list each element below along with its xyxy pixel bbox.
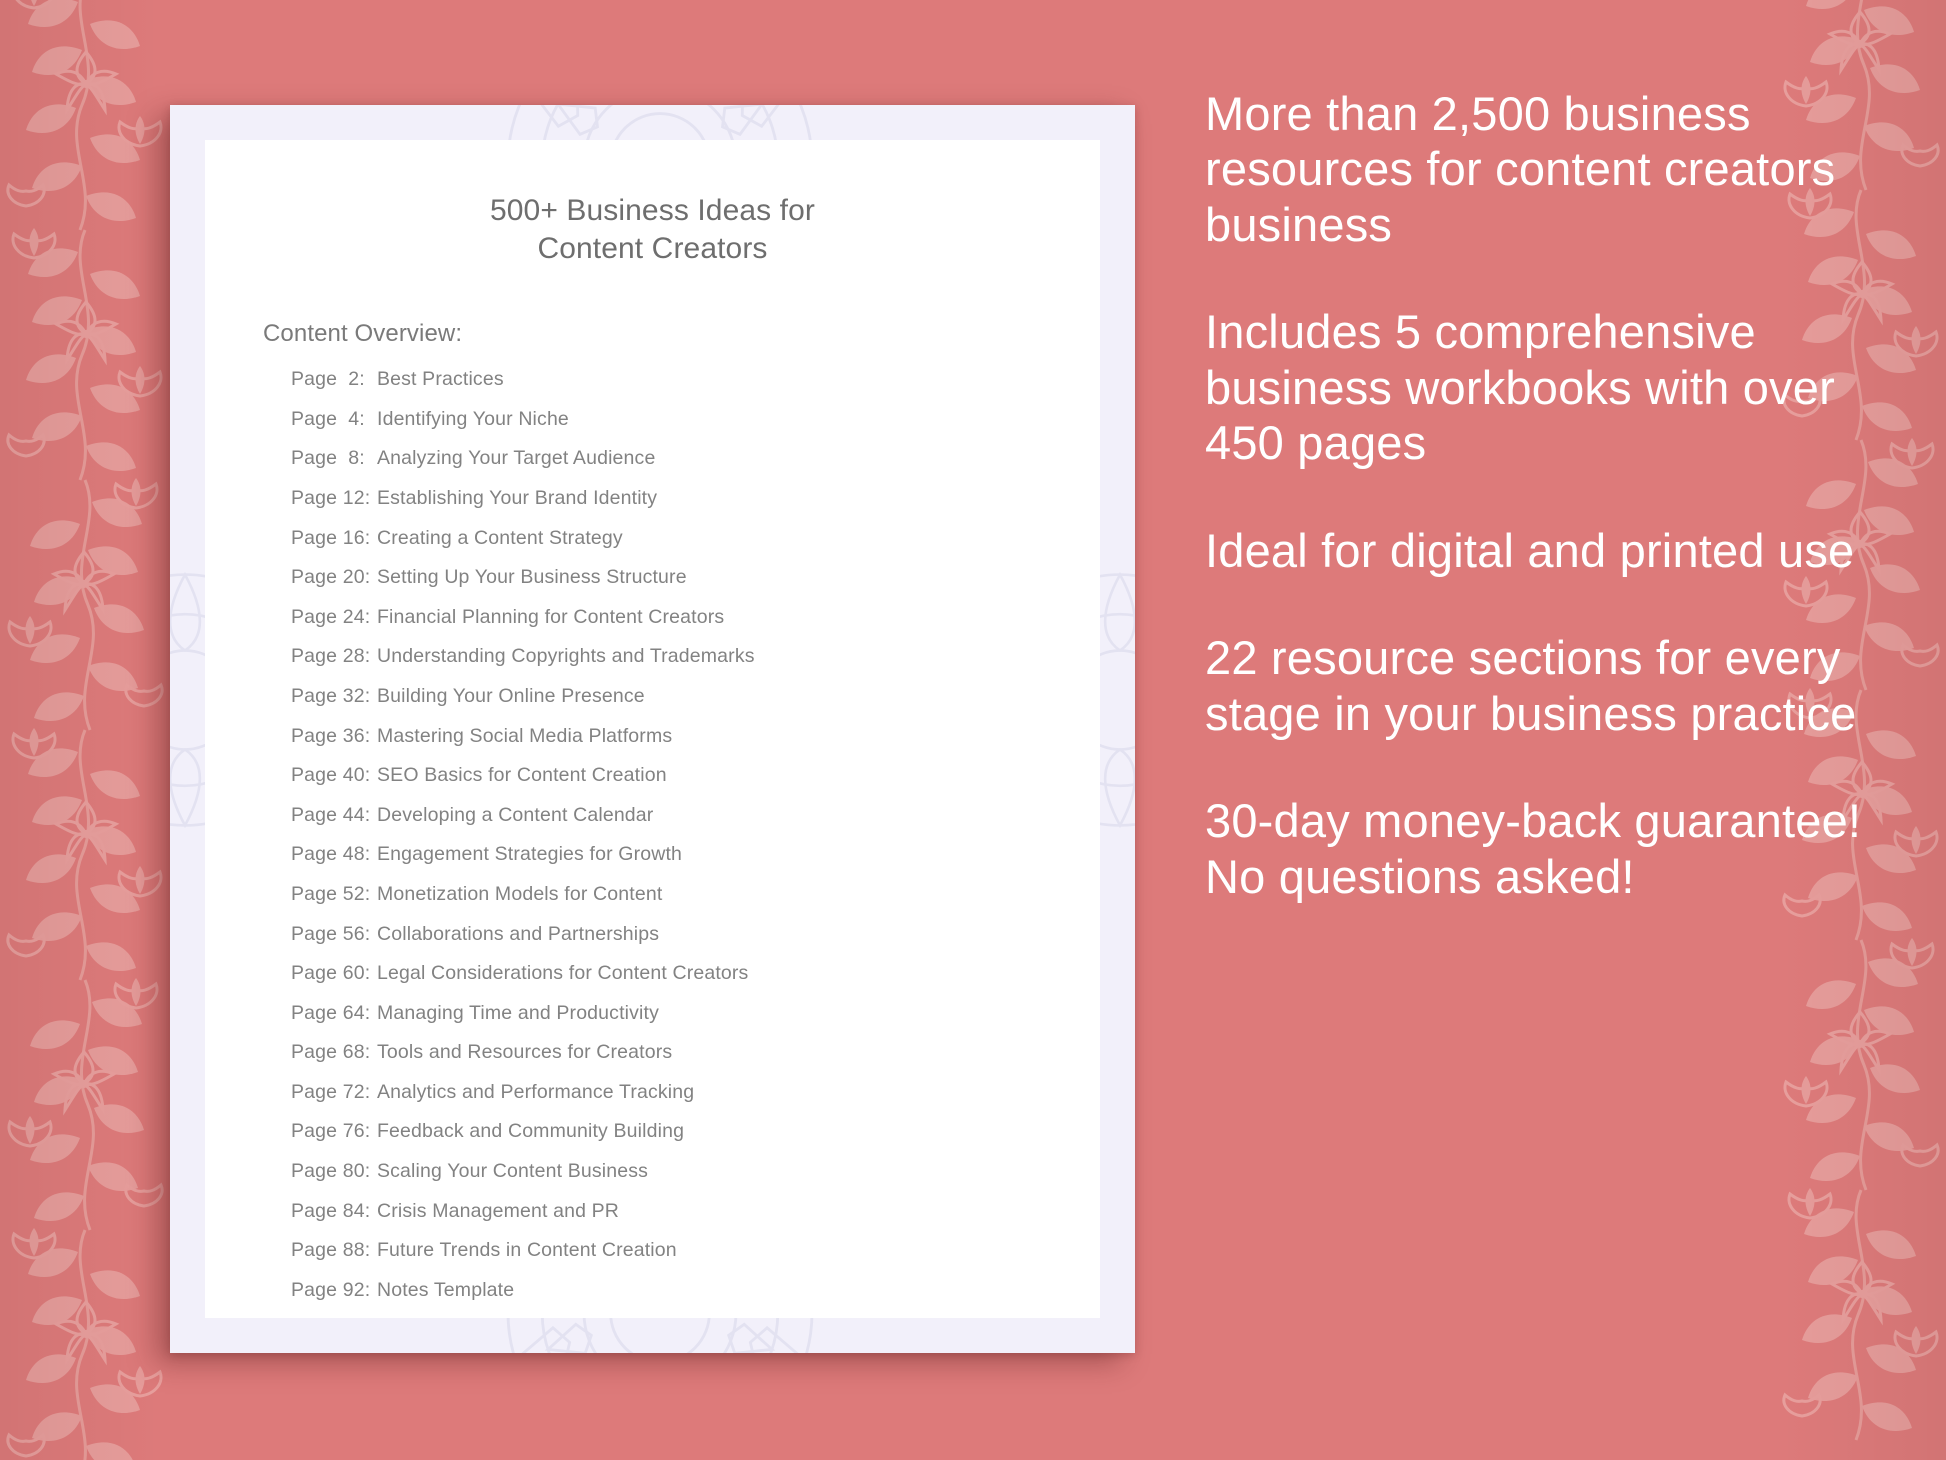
document-card[interactable]: 500+ Business Ideas for Content Creators… xyxy=(170,105,1135,1353)
promo-block: 22 resource sections for every stage in … xyxy=(1205,631,1857,740)
toc-item[interactable]: Page 8: Analyzing Your Target Audience xyxy=(291,449,1100,469)
promo-block: More than 2,500 business resources for c… xyxy=(1205,87,1836,251)
toc-item-title: Developing a Content Calendar xyxy=(377,803,654,826)
toc-item-title: Legal Considerations for Content Creator… xyxy=(377,962,749,985)
toc-item-page: Page 16: xyxy=(291,526,371,549)
toc-item-title: Setting Up Your Business Structure xyxy=(377,566,687,589)
toc-item[interactable]: Page 28: Understanding Copyrights and Tra… xyxy=(291,647,1100,667)
toc-item-page: Page 24: xyxy=(291,605,371,628)
toc-item-title: Monetization Models for Content xyxy=(377,882,663,905)
promo-block: 30-day money-back guarantee! No question… xyxy=(1205,794,1862,903)
toc-item-page: Page 88: xyxy=(291,1239,371,1262)
toc-item-page: Page 20: xyxy=(291,566,371,589)
toc-item-title: Crisis Management and PR xyxy=(377,1199,620,1222)
toc-item[interactable]: Page 24: Financial Planning for Content C… xyxy=(291,605,1100,628)
toc-item-title: Engagement Strategies for Growth xyxy=(377,843,683,866)
page-title: 500+ Business Ideas for Content Creators xyxy=(489,194,815,266)
toc-item-title: SEO Basics for Content Creation xyxy=(377,764,667,787)
content-overview-label: Content Overview: xyxy=(263,320,463,348)
toc-item-page: Page 44: xyxy=(291,803,371,826)
toc-item-title: Analyzing Your Target Audience xyxy=(377,447,656,470)
toc-item-page: Page 80: xyxy=(291,1160,371,1183)
floral-vine-border-left xyxy=(6,0,164,1460)
toc-item-page: Page 40: xyxy=(291,764,371,787)
toc-item[interactable]: Page 36: Mastering Social Media Platforms xyxy=(291,724,1100,747)
toc-item-title: Analytics and Performance Tracking xyxy=(377,1080,695,1103)
toc-item-title: Best Practices xyxy=(377,368,504,391)
toc-item-title: Future Trends in Content Creation xyxy=(377,1239,677,1262)
toc-item-page: Page 4: xyxy=(291,407,365,430)
toc-item[interactable]: Page 4: Identifying Your Niche xyxy=(291,407,1100,430)
toc-item[interactable]: Page 48: Engagement Strategies for Growth xyxy=(291,845,1100,865)
toc-item-page: Page 56: xyxy=(291,922,371,945)
toc-item-title: Establishing Your Brand Identity xyxy=(377,486,658,509)
toc-item-title: Building Your Online Presence xyxy=(377,684,645,707)
toc-item-page: Page 36: xyxy=(291,724,371,747)
toc-item-page: Page 48: xyxy=(291,843,371,866)
toc-item[interactable]: Page 16: Creating a Content Strategy xyxy=(291,526,1100,549)
toc-item[interactable]: Page 56: Collaborations and Partnerships xyxy=(291,922,1100,945)
toc-item[interactable]: Page 32: Building Your Online Presence xyxy=(291,684,1100,707)
toc-item-page: Page 68: xyxy=(291,1041,371,1064)
toc-item-page: Page 12: xyxy=(291,486,371,509)
toc-item-page: Page 84: xyxy=(291,1199,371,1222)
toc-item-title: Tools and Resources for Creators xyxy=(377,1041,673,1064)
toc-item-title: Financial Planning for Content Creators xyxy=(377,605,725,628)
toc-item[interactable]: Page 92: Notes Template xyxy=(291,1278,1100,1301)
toc-item-page: Page 60: xyxy=(291,962,371,985)
toc-item[interactable]: Page 52: Monetization Models for Content xyxy=(291,882,1100,905)
toc-item-page: Page 28: xyxy=(291,645,371,668)
toc-item[interactable]: Page 84: Crisis Management and PR xyxy=(291,1199,1100,1222)
slide-canvas: 500+ Business Ideas for Content Creators… xyxy=(0,0,1946,1460)
toc-item-title: Mastering Social Media Platforms xyxy=(377,724,673,747)
toc-item-page: Page 76: xyxy=(291,1120,371,1143)
table-of-contents: Page 2: Best Practices Page 4: Identifying … xyxy=(205,348,1100,1300)
toc-item-page: Page 8: xyxy=(291,447,365,470)
toc-item[interactable]: Page 2: Best Practices xyxy=(291,368,1100,391)
toc-item[interactable]: Page 60: Legal Considerations for Content… xyxy=(291,962,1100,985)
promo-column: More than 2,500 business resources for c… xyxy=(1205,86,1865,904)
toc-item[interactable]: Page 12: Establishing Your Brand Identity xyxy=(291,486,1100,509)
promo-block: Ideal for digital and printed use xyxy=(1205,523,1855,577)
toc-item-title: Scaling Your Content Business xyxy=(377,1160,649,1183)
toc-item-title: Identifying Your Niche xyxy=(377,407,569,430)
toc-item[interactable]: Page 68: Tools and Resources for Creators xyxy=(291,1043,1100,1063)
toc-item-title: Feedback and Community Building xyxy=(377,1120,685,1143)
toc-item-page: Page 72: xyxy=(291,1080,371,1103)
toc-item-page: Page 52: xyxy=(291,882,371,905)
toc-item[interactable]: Page 80: Scaling Your Content Business xyxy=(291,1160,1100,1183)
toc-item[interactable]: Page 20: Setting Up Your Business Structu… xyxy=(291,566,1100,589)
promo-block: Includes 5 comprehensive business workbo… xyxy=(1205,305,1835,470)
toc-item-page: Page 64: xyxy=(291,1001,371,1024)
toc-item-title: Creating a Content Strategy xyxy=(377,526,623,549)
toc-item-title: Understanding Copyrights and Trademarks xyxy=(377,645,755,668)
toc-item-title: Managing Time and Productivity xyxy=(377,1001,659,1024)
toc-item-page: Page 92: xyxy=(291,1278,371,1301)
toc-item-title: Collaborations and Partnerships xyxy=(377,922,660,945)
document-page: 500+ Business Ideas for Content Creators… xyxy=(205,140,1100,1318)
toc-item-title: Notes Template xyxy=(377,1278,515,1301)
toc-item[interactable]: Page 76: Feedback and Community Building xyxy=(291,1122,1100,1142)
toc-item[interactable]: Page 88: Future Trends in Content Creatio… xyxy=(291,1241,1100,1261)
toc-item[interactable]: Page 40: SEO Basics for Content Creation xyxy=(291,764,1100,787)
toc-item-page: Page 2: xyxy=(291,368,365,391)
toc-item[interactable]: Page 64: Managing Time and Productivity xyxy=(291,1001,1100,1024)
toc-item[interactable]: Page 72: Analytics and Performance Tracki… xyxy=(291,1080,1100,1103)
toc-item-page: Page 32: xyxy=(291,684,371,707)
toc-item[interactable]: Page 44: Developing a Content Calendar xyxy=(291,803,1100,826)
